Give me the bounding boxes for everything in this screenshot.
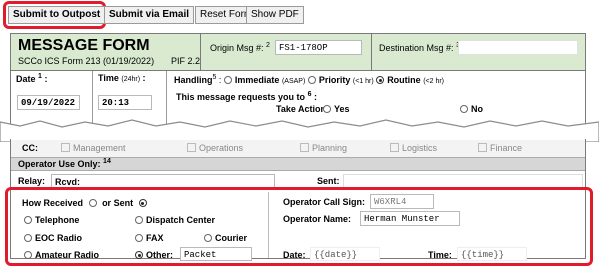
date-label-text: Date <box>16 74 36 84</box>
date-label: Date 1 : <box>16 73 48 84</box>
time-label: Time (24hr) : <box>98 73 146 83</box>
take-action-no-label: No <box>471 104 483 114</box>
cc-label: CC: <box>22 143 38 153</box>
priority-label: Priority <box>318 75 351 85</box>
cc-logistics[interactable]: Logistics <box>390 143 437 153</box>
requests-sup: 6 <box>307 91 312 98</box>
relay-label: Relay: <box>18 176 46 186</box>
sent-label: Sent: <box>317 176 340 186</box>
cc-planning-checkbox[interactable] <box>300 143 309 152</box>
priority-hint: (<1 hr) <box>352 78 374 85</box>
rcvd-label: Rcvd: <box>55 177 81 187</box>
dest-msg-input[interactable] <box>458 40 578 55</box>
show-pdf-button[interactable]: Show PDF <box>246 6 304 24</box>
cc-management[interactable]: Management <box>61 143 126 153</box>
submit-email-button[interactable]: Submit via Email <box>104 6 195 24</box>
submit-outpost-button[interactable]: Submit to Outpost <box>8 6 106 24</box>
routine-radio[interactable] <box>376 76 385 84</box>
date-input[interactable]: 09/19/2022 <box>17 95 80 110</box>
origin-msg-sup: 2 <box>266 42 270 49</box>
take-action-yes[interactable]: Yes <box>323 104 350 114</box>
cc-planning-label: Planning <box>312 143 348 153</box>
handling-group: Handling5 : Immediate (ASAP) Priority (<… <box>174 74 445 85</box>
torn-edge <box>0 119 599 142</box>
time-input[interactable]: 20:13 <box>98 95 152 110</box>
handling-sup: 5 <box>212 74 217 81</box>
cc-operations-checkbox[interactable] <box>187 143 196 152</box>
cc-planning[interactable]: Planning <box>300 143 347 153</box>
priority-radio[interactable] <box>307 76 316 84</box>
requests-label: This message requests you to 6 : <box>176 91 317 102</box>
operator-section-highlight <box>5 187 593 266</box>
take-action-label: Take Action: <box>276 104 330 114</box>
dest-msg-label-text: Destination Msg #: <box>379 43 454 53</box>
cc-management-label: Management <box>73 143 126 153</box>
dest-msg-label: Destination Msg #: 3 <box>379 42 460 53</box>
date-sup: 1 <box>38 73 42 80</box>
requests-label-text: This message requests you to <box>176 92 306 102</box>
operator-use-label-text: Operator Use Only: <box>18 159 101 169</box>
cc-logistics-checkbox[interactable] <box>390 143 399 152</box>
form-title: MESSAGE FORM <box>18 37 150 54</box>
header-divider <box>11 70 585 71</box>
origin-msg-label: Origin Msg #: 2 <box>210 42 270 53</box>
immediate-radio[interactable] <box>223 76 232 84</box>
time-label-text: Time <box>98 73 119 83</box>
origin-msg-input[interactable]: FS1-178OP <box>275 40 362 55</box>
cc-management-checkbox[interactable] <box>61 143 70 152</box>
immediate-label: Immediate <box>234 75 280 85</box>
operator-use-sup: 14 <box>103 158 111 165</box>
routine-hint: (<2 hr) <box>423 78 445 85</box>
time-hint: (24hr) <box>121 76 141 83</box>
cc-finance-label: Finance <box>490 143 523 153</box>
form-subtitle: SCCo ICS Form 213 (01/19/2022) <box>18 56 155 66</box>
routine-label: Routine <box>387 75 421 85</box>
origin-msg-label-text: Origin Msg #: <box>210 43 264 53</box>
cc-operations[interactable]: Operations <box>187 143 243 153</box>
cc-logistics-label: Logistics <box>402 143 438 153</box>
take-action-yes-label: Yes <box>334 104 350 114</box>
cc-finance-checkbox[interactable] <box>478 143 487 152</box>
pif-version: PIF 2.2 <box>171 56 201 66</box>
take-action-no-radio[interactable] <box>460 105 468 113</box>
handling-label: Handling <box>174 75 213 85</box>
operator-use-label: Operator Use Only: 14 <box>18 158 111 169</box>
immediate-hint: (ASAP) <box>281 78 306 85</box>
take-action-yes-radio[interactable] <box>323 105 331 113</box>
cc-operations-label: Operations <box>199 143 244 153</box>
take-action-no[interactable]: No <box>460 104 483 114</box>
cc-finance[interactable]: Finance <box>478 143 522 153</box>
